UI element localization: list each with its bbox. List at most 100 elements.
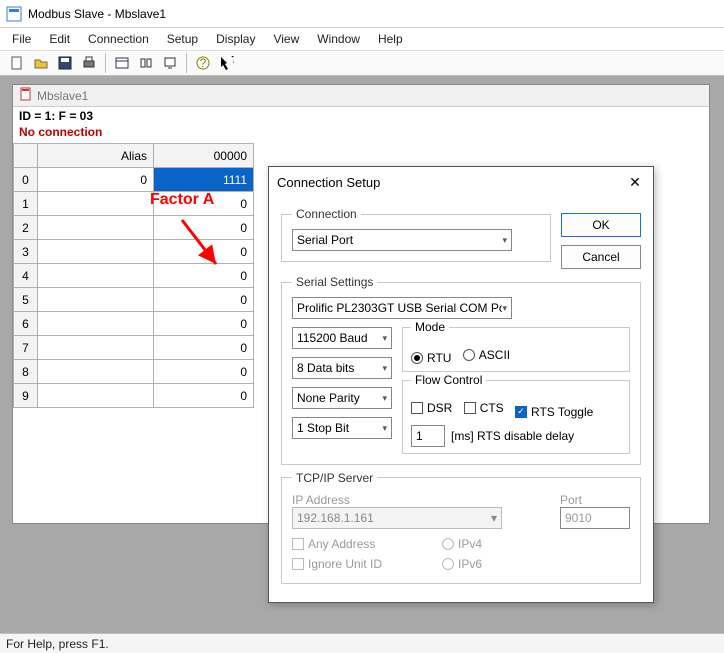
cancel-button[interactable]: Cancel bbox=[561, 245, 641, 269]
row-header[interactable]: 7 bbox=[14, 336, 38, 360]
any-address-checkbox: Any Address bbox=[292, 537, 375, 551]
new-icon[interactable] bbox=[6, 52, 28, 74]
cell-value[interactable]: 0 bbox=[154, 384, 254, 408]
menu-file[interactable]: File bbox=[12, 32, 31, 46]
rts-delay-input[interactable]: 1 bbox=[411, 425, 445, 447]
serial-legend: Serial Settings bbox=[292, 275, 377, 289]
cell-alias[interactable] bbox=[38, 240, 154, 264]
row-header[interactable]: 2 bbox=[14, 216, 38, 240]
mode-group: Mode RTU ASCII bbox=[402, 327, 630, 372]
ascii-radio[interactable]: ASCII bbox=[463, 348, 510, 362]
title-bar: Modbus Slave - Mbslave1 bbox=[0, 0, 724, 28]
cell-alias[interactable] bbox=[38, 336, 154, 360]
print-icon[interactable] bbox=[78, 52, 100, 74]
id-function-line: ID = 1: F = 03 bbox=[13, 107, 709, 125]
chevron-down-icon: ▾ bbox=[382, 393, 387, 404]
cell-alias[interactable] bbox=[38, 264, 154, 288]
connection-legend: Connection bbox=[292, 207, 361, 221]
dialog-title-bar[interactable]: Connection Setup ✕ bbox=[269, 167, 653, 197]
chevron-down-icon: ▾ bbox=[502, 303, 507, 314]
cell-alias[interactable]: 0 bbox=[38, 168, 154, 192]
save-icon[interactable] bbox=[54, 52, 76, 74]
port-label: Port bbox=[560, 493, 630, 507]
connection-group: Connection Serial Port▾ bbox=[281, 207, 551, 262]
mdi-title: Mbslave1 bbox=[37, 89, 88, 103]
row-header[interactable]: 6 bbox=[14, 312, 38, 336]
port-input: 9010 bbox=[560, 507, 630, 529]
rtu-radio[interactable]: RTU bbox=[411, 351, 451, 365]
cell-value[interactable]: 1111 bbox=[154, 168, 254, 192]
serial-settings-group: Serial Settings Prolific PL2303GT USB Se… bbox=[281, 275, 641, 465]
cell-value[interactable]: 0 bbox=[154, 360, 254, 384]
mdi-title-bar[interactable]: Mbslave1 bbox=[13, 85, 709, 107]
register-grid[interactable]: Alias 00000 001111 10 20 30 40 50 60 70 … bbox=[13, 143, 254, 408]
cell-alias[interactable] bbox=[38, 216, 154, 240]
menu-display[interactable]: Display bbox=[216, 32, 255, 46]
doc-icon bbox=[19, 87, 33, 104]
cell-value[interactable]: 0 bbox=[154, 216, 254, 240]
ok-button[interactable]: OK bbox=[561, 213, 641, 237]
databits-combo[interactable]: 8 Data bits▾ bbox=[292, 357, 392, 379]
cell-value[interactable]: 0 bbox=[154, 240, 254, 264]
row-header[interactable]: 9 bbox=[14, 384, 38, 408]
cell-alias[interactable] bbox=[38, 312, 154, 336]
chevron-down-icon: ▾ bbox=[382, 363, 387, 374]
col-alias[interactable]: Alias bbox=[38, 144, 154, 168]
menu-bar: File Edit Connection Setup Display View … bbox=[0, 28, 724, 50]
tcpip-legend: TCP/IP Server bbox=[292, 471, 377, 485]
whatsthis-icon[interactable]: ? bbox=[216, 52, 238, 74]
close-icon[interactable]: ✕ bbox=[625, 172, 645, 192]
monitor-icon[interactable] bbox=[159, 52, 181, 74]
cell-value[interactable]: 0 bbox=[154, 336, 254, 360]
row-header[interactable]: 4 bbox=[14, 264, 38, 288]
cell-alias[interactable] bbox=[38, 192, 154, 216]
connection-type-combo[interactable]: Serial Port▾ bbox=[292, 229, 512, 251]
rts-toggle-checkbox[interactable]: RTS Toggle bbox=[515, 405, 593, 419]
row-header[interactable]: 3 bbox=[14, 240, 38, 264]
menu-help[interactable]: Help bbox=[378, 32, 403, 46]
window-icon[interactable] bbox=[111, 52, 133, 74]
cell-alias[interactable] bbox=[38, 384, 154, 408]
dialog-title: Connection Setup bbox=[277, 175, 380, 190]
connect-icon[interactable] bbox=[135, 52, 157, 74]
row-header[interactable]: 0 bbox=[14, 168, 38, 192]
ignore-unitid-checkbox: Ignore Unit ID bbox=[292, 557, 382, 571]
tcpip-server-group: TCP/IP Server IP Address 192.168.1.161▾ … bbox=[281, 471, 641, 584]
window-title: Modbus Slave - Mbslave1 bbox=[28, 7, 166, 21]
cell-value[interactable]: 0 bbox=[154, 312, 254, 336]
stopbits-combo[interactable]: 1 Stop Bit▾ bbox=[292, 417, 392, 439]
row-header[interactable]: 5 bbox=[14, 288, 38, 312]
cts-checkbox[interactable]: CTS bbox=[464, 401, 504, 415]
about-icon[interactable]: ? bbox=[192, 52, 214, 74]
chevron-down-icon: ▾ bbox=[382, 423, 387, 434]
cell-value[interactable]: 0 bbox=[154, 288, 254, 312]
no-connection-label: No connection bbox=[13, 125, 709, 143]
menu-view[interactable]: View bbox=[273, 32, 299, 46]
cell-alias[interactable] bbox=[38, 360, 154, 384]
menu-window[interactable]: Window bbox=[317, 32, 360, 46]
svg-text:?: ? bbox=[231, 56, 234, 66]
ipv6-radio: IPv6 bbox=[442, 557, 482, 571]
baud-combo[interactable]: 115200 Baud▾ bbox=[292, 327, 392, 349]
dsr-checkbox[interactable]: DSR bbox=[411, 401, 452, 415]
app-icon bbox=[6, 6, 22, 22]
col-value[interactable]: 00000 bbox=[154, 144, 254, 168]
open-icon[interactable] bbox=[30, 52, 52, 74]
parity-combo[interactable]: None Parity▾ bbox=[292, 387, 392, 409]
rts-delay-label: [ms] RTS disable delay bbox=[451, 429, 574, 443]
chevron-down-icon: ▾ bbox=[491, 511, 497, 525]
menu-edit[interactable]: Edit bbox=[49, 32, 70, 46]
connection-setup-dialog: Connection Setup ✕ Connection Serial Por… bbox=[268, 166, 654, 603]
cell-value[interactable]: 0 bbox=[154, 264, 254, 288]
serial-port-combo[interactable]: Prolific PL2303GT USB Serial COM Port (C… bbox=[292, 297, 512, 319]
chevron-down-icon: ▾ bbox=[382, 333, 387, 344]
status-bar: For Help, press F1. bbox=[0, 633, 724, 653]
mdi-client-area: Mbslave1 ID = 1: F = 03 No connection Al… bbox=[0, 76, 724, 633]
row-header[interactable]: 8 bbox=[14, 360, 38, 384]
row-header[interactable]: 1 bbox=[14, 192, 38, 216]
cell-value[interactable]: 0 bbox=[154, 192, 254, 216]
menu-setup[interactable]: Setup bbox=[167, 32, 198, 46]
menu-connection[interactable]: Connection bbox=[88, 32, 149, 46]
ip-address-label: IP Address bbox=[292, 493, 550, 507]
cell-alias[interactable] bbox=[38, 288, 154, 312]
